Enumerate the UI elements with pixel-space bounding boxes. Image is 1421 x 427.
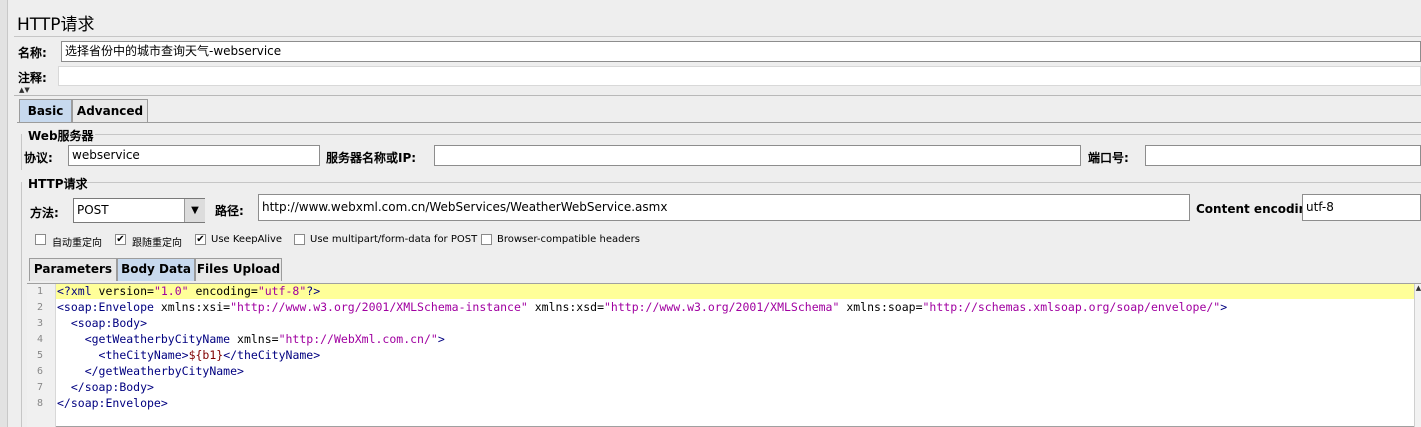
line-number: 5 xyxy=(36,350,43,361)
web-server-group-title: Web服务器 xyxy=(28,129,94,143)
auto-redirect-label: 自动重定向 xyxy=(52,238,102,249)
comment-label: 注释: xyxy=(18,71,47,85)
code-line: <soap:Body> xyxy=(70,316,148,330)
panel-title: HTTP请求 xyxy=(17,15,95,35)
tab-parameters[interactable]: Parameters xyxy=(29,258,117,281)
tab-files-upload[interactable]: Files Upload xyxy=(195,258,282,281)
triangle-down-icon[interactable]: ▼ xyxy=(184,199,205,222)
check-icon: ✔ xyxy=(116,234,125,245)
code-line: <theCityName>${b1}</theCityName> xyxy=(98,348,321,362)
triangle-up-icon[interactable]: ▲ xyxy=(1415,284,1421,292)
line-number: 8 xyxy=(36,398,43,409)
browser-headers-checkbox[interactable] xyxy=(481,234,492,245)
multipart-label: Use multipart/form-data for POST xyxy=(310,234,478,245)
name-input[interactable]: 选择省份中的城市查询天气-webservice xyxy=(61,41,1421,62)
protocol-input[interactable]: webservice xyxy=(68,145,320,166)
server-input[interactable] xyxy=(434,145,1081,166)
tab-advanced[interactable]: Advanced xyxy=(72,99,148,122)
follow-redirect-checkbox[interactable]: ✔ xyxy=(115,234,126,245)
tab-baseline xyxy=(17,122,1421,123)
method-label: 方法: xyxy=(30,206,59,220)
code-line: <soap:Envelope xmlns:xsi="http://www.w3.… xyxy=(57,300,1228,314)
auto-redirect-checkbox[interactable] xyxy=(35,234,46,245)
path-label: 路径: xyxy=(215,204,244,218)
line-number: 1 xyxy=(36,286,43,297)
code-line: <?xml version="1.0" encoding="utf-8"?> xyxy=(57,284,321,298)
group-border xyxy=(21,182,22,427)
check-icon: ✔ xyxy=(196,234,205,245)
port-input[interactable] xyxy=(1145,145,1421,166)
collapse-arrows-icon[interactable]: ▲▼ xyxy=(19,86,30,94)
tab-body-data[interactable]: Body Data xyxy=(117,258,195,281)
http-request-group-title: HTTP请求 xyxy=(28,177,88,191)
line-number: 3 xyxy=(36,318,43,329)
group-border xyxy=(95,134,1421,135)
comment-input[interactable] xyxy=(58,66,1421,86)
divider xyxy=(14,36,1421,37)
content-encoding-input[interactable]: utf-8 xyxy=(1302,194,1421,221)
line-number: 6 xyxy=(36,366,43,377)
server-label: 服务器名称或IP: xyxy=(326,151,417,165)
code-line: </soap:Envelope> xyxy=(57,396,168,410)
group-border xyxy=(21,134,22,170)
keepalive-checkbox[interactable]: ✔ xyxy=(195,234,206,245)
code-line: </soap:Body> xyxy=(70,380,154,394)
code-line: <getWeatherbyCityName xmlns="http://WebX… xyxy=(84,332,445,346)
group-border xyxy=(86,182,1421,183)
name-label: 名称: xyxy=(18,46,47,60)
line-number: 4 xyxy=(36,334,43,345)
editor-scrollbar[interactable]: ▲ xyxy=(1414,284,1421,427)
protocol-label: 协议: xyxy=(24,151,53,165)
code-line: </getWeatherbyCityName> xyxy=(84,364,244,378)
keepalive-label: Use KeepAlive xyxy=(211,234,283,245)
line-number: 2 xyxy=(36,302,43,313)
follow-redirect-label: 跟随重定向 xyxy=(132,238,182,249)
method-value: POST xyxy=(77,203,109,217)
port-label: 端口号: xyxy=(1088,151,1129,165)
tab-basic[interactable]: Basic xyxy=(19,99,72,122)
divider xyxy=(14,95,1421,96)
path-input[interactable]: http://www.webxml.com.cn/WebServices/Wea… xyxy=(258,194,1190,221)
browser-headers-label: Browser-compatible headers xyxy=(497,234,640,245)
left-divider[interactable] xyxy=(0,0,8,427)
multipart-checkbox[interactable] xyxy=(294,234,305,245)
line-number: 7 xyxy=(36,382,43,393)
